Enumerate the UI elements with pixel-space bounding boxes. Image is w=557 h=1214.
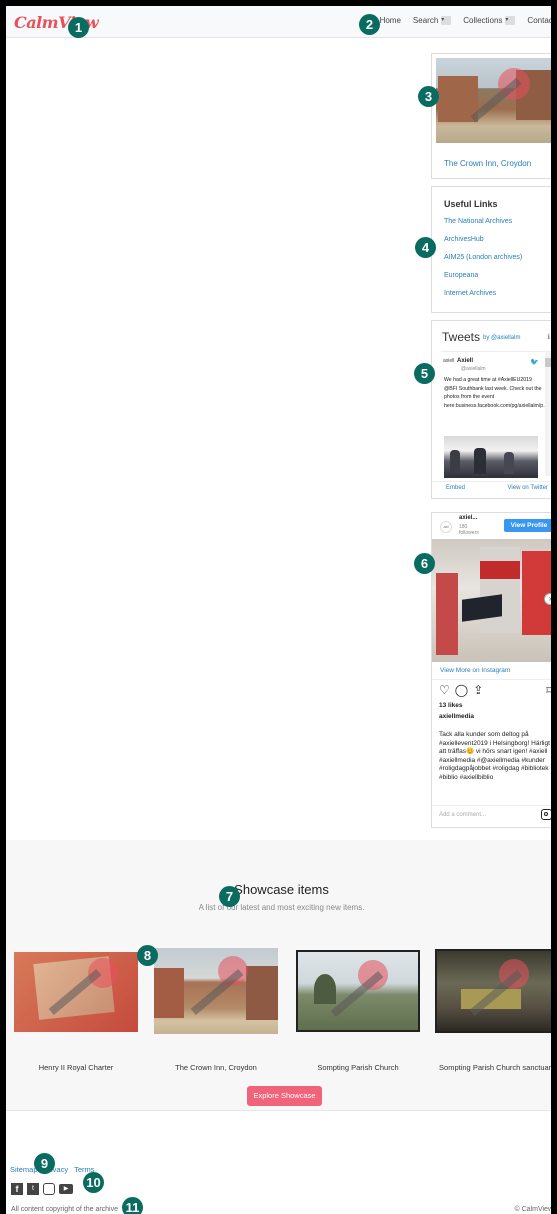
page-frame: CalmView Home Search ▾ Collections ▾ Conta… bbox=[0, 0, 557, 1214]
footer-copyright: All content copyright of the archive bbox=[11, 1206, 119, 1213]
showcase-item-title[interactable]: Henry II Royal Charter bbox=[14, 1063, 138, 1072]
instagram-avatar[interactable]: axl bbox=[440, 521, 452, 533]
useful-link-europeana[interactable]: Europeana bbox=[444, 272, 522, 279]
share-icon[interactable]: ⇪ bbox=[473, 683, 483, 697]
annotation-badge: 10 bbox=[83, 1172, 104, 1193]
useful-links-card: Useful Links The National Archives Archi… bbox=[431, 186, 551, 313]
twitter-title: Tweets bbox=[442, 330, 481, 344]
showcase-item-image[interactable] bbox=[154, 948, 278, 1034]
featured-item-card: The Crown Inn, Croydon bbox=[431, 53, 551, 179]
useful-link-aim25[interactable]: AIM25 (London archives) bbox=[444, 254, 522, 261]
featured-item-caption[interactable]: The Crown Inn, Croydon bbox=[444, 159, 531, 168]
site-footer: Sitemap Privacy Terms f t ▶ All content … bbox=[6, 1110, 553, 1214]
explore-showcase-button[interactable]: Explore Showcase bbox=[247, 1086, 322, 1106]
twitter-view-link[interactable]: View on Twitter bbox=[508, 485, 548, 491]
nav-collections[interactable]: Collections ▾ bbox=[463, 16, 516, 25]
instagram-followers: 180 followers bbox=[459, 524, 479, 536]
nav-menu: Home Search ▾ Collections ▾ Contact bbox=[380, 16, 555, 25]
footer-link-sitemap[interactable]: Sitemap bbox=[10, 1165, 38, 1174]
annotation-badge: 5 bbox=[414, 363, 435, 384]
tweet-text: We had a great time at #AxiellEU2019 @BF… bbox=[444, 377, 548, 409]
instagram-post-image[interactable]: › bbox=[432, 539, 551, 662]
showcase-subtitle: A list of our latest and most exciting n… bbox=[198, 903, 365, 912]
chevron-down-icon[interactable]: ▾ bbox=[505, 16, 516, 25]
showcase-title: Showcase items bbox=[234, 882, 329, 897]
heart-icon[interactable]: ♡ bbox=[439, 683, 450, 697]
tweet-user-handle: @axiellalm bbox=[461, 366, 486, 372]
twitter-by-handle[interactable]: by @axiellalm bbox=[483, 335, 520, 341]
chevron-right-icon[interactable]: › bbox=[544, 593, 551, 605]
instagram-caption: Tack alla kunder som deltog på #axiellev… bbox=[439, 731, 550, 781]
instagram-view-more-link[interactable]: View More on Instagram bbox=[440, 667, 510, 674]
youtube-icon[interactable]: ▶ bbox=[59, 1184, 73, 1194]
instagram-likes: 13 likes bbox=[439, 702, 463, 709]
annotation-badge: 8 bbox=[137, 945, 158, 966]
top-navbar: CalmView Home Search ▾ Collections ▾ Conta… bbox=[6, 6, 555, 38]
nav-contact[interactable]: Contact bbox=[527, 16, 555, 25]
useful-links-list: The National Archives ArchivesHub AIM25 … bbox=[444, 218, 522, 297]
info-icon[interactable]: ℹ bbox=[547, 333, 550, 341]
chevron-down-icon[interactable]: ▾ bbox=[441, 16, 452, 25]
comment-icon[interactable]: ◯ bbox=[455, 683, 468, 697]
annotation-badge: 9 bbox=[34, 1153, 55, 1174]
showcase-item-title[interactable]: Sompting Parish Church bbox=[296, 1063, 420, 1072]
featured-item-image[interactable] bbox=[436, 58, 551, 143]
annotation-badge: 7 bbox=[219, 886, 240, 907]
showcase-item-image[interactable] bbox=[296, 950, 420, 1032]
annotation-badge: 11 bbox=[122, 1197, 143, 1214]
twitter-bird-icon: 🐦 bbox=[530, 359, 539, 366]
showcase-section: Showcase items A list of our latest and … bbox=[6, 840, 551, 1110]
showcase-item-title[interactable]: Sompting Parish Church sanctuary bbox=[431, 1063, 551, 1072]
useful-link-national-archives[interactable]: The National Archives bbox=[444, 218, 522, 225]
useful-links-title: Useful Links bbox=[444, 199, 498, 209]
instagram-post-author[interactable]: axiellmedia bbox=[439, 713, 474, 720]
annotation-badge: 4 bbox=[415, 237, 436, 258]
instagram-icon[interactable] bbox=[43, 1183, 55, 1195]
useful-link-archiveshub[interactable]: ArchivesHub bbox=[444, 236, 522, 243]
facebook-icon[interactable]: f bbox=[11, 1183, 23, 1195]
annotation-badge: 3 bbox=[418, 86, 439, 107]
instagram-view-profile-button[interactable]: View Profile bbox=[504, 519, 551, 532]
showcase-item-title[interactable]: The Crown Inn, Croydon bbox=[154, 1063, 278, 1072]
tweet-photo[interactable] bbox=[444, 436, 538, 478]
twitter-embed-link[interactable]: Embed bbox=[446, 485, 465, 491]
twitter-icon[interactable]: t bbox=[27, 1183, 39, 1195]
nav-home-label: Home bbox=[379, 16, 401, 25]
nav-collections-label: Collections bbox=[463, 16, 503, 25]
tweet-timeline[interactable]: axiell Axiell @axiellalm 🐦 We had a grea… bbox=[441, 351, 551, 479]
social-icons: f t ▶ bbox=[11, 1183, 73, 1195]
instagram-icon[interactable] bbox=[541, 809, 551, 820]
bookmark-icon[interactable]: ⌑ bbox=[546, 684, 551, 697]
nav-contact-label: Contact bbox=[527, 16, 555, 25]
useful-link-internet-archives[interactable]: Internet Archives bbox=[444, 290, 522, 297]
showcase-item-image[interactable] bbox=[435, 949, 551, 1033]
tweet-scrollbar[interactable] bbox=[545, 352, 551, 476]
annotation-badge: 1 bbox=[68, 17, 89, 38]
instagram-widget: axl axiel... 180 followers View Profile … bbox=[431, 512, 551, 828]
footer-credit: © CalmView bbox=[514, 1206, 553, 1213]
annotation-badge: 6 bbox=[414, 553, 435, 574]
nav-search-label: Search bbox=[412, 16, 439, 25]
showcase-item-image[interactable] bbox=[14, 952, 138, 1032]
instagram-account-name[interactable]: axiel... bbox=[459, 515, 477, 521]
twitter-avatar: axiell bbox=[443, 358, 455, 364]
nav-search[interactable]: Search ▾ bbox=[412, 16, 452, 25]
nav-home[interactable]: Home bbox=[380, 16, 401, 25]
tweet-user-name: Axiell bbox=[457, 358, 474, 364]
instagram-comment-input[interactable]: Add a comment... bbox=[439, 812, 486, 818]
annotation-badge: 2 bbox=[359, 14, 380, 35]
twitter-widget: Tweets by @axiellalm ℹ axiell Axiell @ax… bbox=[431, 320, 551, 499]
